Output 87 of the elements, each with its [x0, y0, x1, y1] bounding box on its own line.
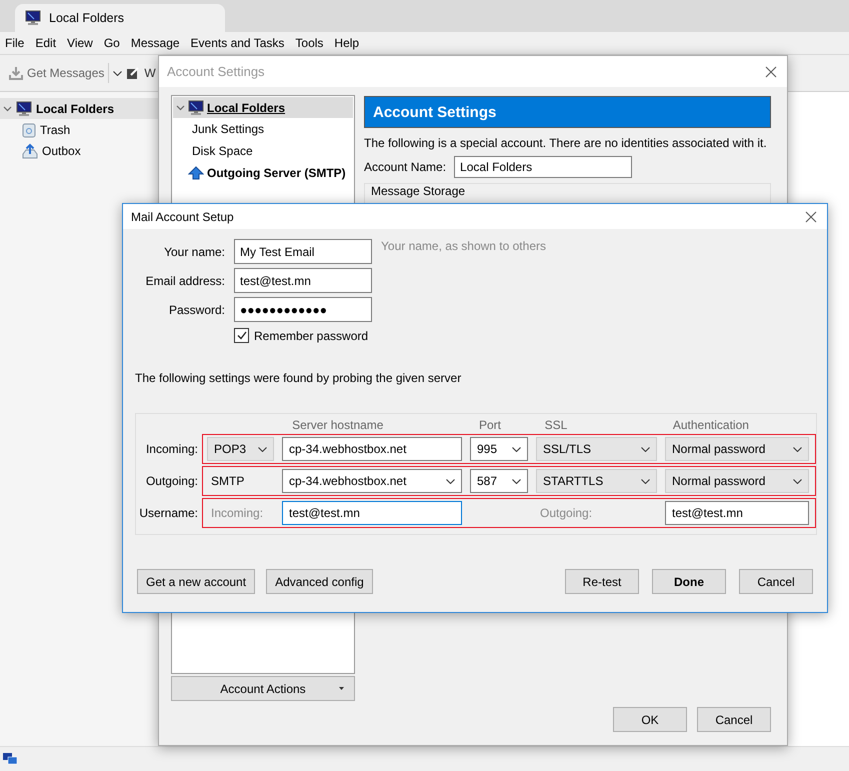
- row-label: Username:: [138, 506, 198, 520]
- column-header: SSL: [544, 418, 568, 432]
- protocol-dropdown[interactable]: POP3: [207, 437, 274, 461]
- dialog-button[interactable]: Cancel: [697, 707, 771, 732]
- account-description: The following is a special account. There are no identities associated with it.: [364, 136, 768, 150]
- caret-icon: [793, 478, 802, 484]
- port-combobox[interactable]: 587: [470, 469, 528, 493]
- menu-item[interactable]: Go: [104, 36, 120, 50]
- dialog-title: Account Settings: [167, 64, 265, 79]
- column-header: Server hostname: [292, 418, 384, 432]
- download-icon: [9, 66, 23, 80]
- account-tree-item[interactable]: Junk Settings: [173, 118, 353, 140]
- caret-icon: [641, 478, 650, 484]
- caret-icon: [446, 478, 455, 484]
- close-icon[interactable]: [805, 210, 817, 222]
- checkbox-label: Remember password: [254, 328, 368, 342]
- chevron-down-icon[interactable]: [176, 103, 185, 112]
- settings-header: Account Settings: [364, 96, 771, 128]
- folder-item[interactable]: Trash: [0, 119, 158, 140]
- account-tree-item[interactable]: Disk Space: [173, 140, 353, 162]
- folder-item[interactable]: Outbox: [0, 140, 158, 161]
- account-tree-item[interactable]: Local Folders: [173, 97, 353, 118]
- hostname-field[interactable]: cp-34.webhostbox.net: [282, 437, 462, 461]
- folder-item[interactable]: Local Folders: [0, 98, 158, 119]
- dropdown-caret-icon: [113, 70, 122, 76]
- dialog-button[interactable]: Re-test: [565, 569, 639, 594]
- dialog-button[interactable]: Cancel: [739, 569, 813, 594]
- menu-item[interactable]: Edit: [35, 36, 56, 50]
- port-combobox[interactable]: 995: [470, 437, 528, 461]
- account-name-field[interactable]: Local Folders: [454, 156, 632, 178]
- row-label: Outgoing:: [144, 474, 198, 488]
- field-label: Your name:: [163, 244, 225, 258]
- caret-icon: [258, 446, 267, 452]
- dialog-button[interactable]: OK: [613, 707, 687, 732]
- field-hint: Your name, as shown to others: [381, 239, 547, 253]
- ssl-dropdown[interactable]: SSL/TLS: [536, 437, 657, 461]
- dialog-button[interactable]: Advanced config: [266, 569, 373, 594]
- account-tree-item[interactable]: Outgoing Server (SMTP): [173, 162, 353, 183]
- write-button[interactable]: W: [126, 66, 156, 80]
- pencil-icon: [126, 66, 140, 80]
- app-tab[interactable]: Local Folders: [15, 4, 225, 32]
- menu-item[interactable]: Tools: [295, 36, 324, 50]
- text-field[interactable]: ●●●●●●●●●●●●: [234, 297, 372, 322]
- dropdown-arrow-icon: [339, 687, 344, 690]
- outbox-icon: [22, 142, 38, 158]
- authentication-dropdown[interactable]: Normal password: [665, 469, 809, 493]
- field-label: Email address:: [144, 274, 225, 288]
- menu-item[interactable]: Help: [334, 36, 360, 50]
- dialog-title: Mail Account Setup: [131, 210, 234, 224]
- username-label: Incoming:: [211, 506, 264, 520]
- remember-checkbox[interactable]: [234, 328, 249, 343]
- menu-item[interactable]: Events and Tasks: [190, 36, 284, 50]
- column-header: Authentication: [672, 418, 750, 432]
- text-field[interactable]: My Test Email: [234, 239, 372, 264]
- probe-note: The following settings were found by probing the given server: [135, 371, 462, 385]
- menu-item[interactable]: Message: [130, 36, 180, 50]
- column-header: Port: [478, 418, 502, 432]
- menu-item[interactable]: File: [5, 36, 24, 50]
- outgoing-username-field[interactable]: test@test.mn: [665, 501, 809, 525]
- dialog-button[interactable]: Get a new account: [137, 569, 256, 594]
- field-label: Password:: [168, 302, 225, 316]
- trash-icon: [22, 122, 36, 138]
- checkmark-icon: [236, 331, 246, 340]
- get-messages-button[interactable]: Get Messages: [9, 66, 104, 80]
- caret-icon: [793, 446, 802, 452]
- account-name-label: Account Name:: [364, 160, 446, 174]
- hostname-combobox[interactable]: cp-34.webhostbox.net: [282, 469, 462, 493]
- monitor-icon: [188, 100, 204, 116]
- row-label: Incoming:: [144, 442, 198, 456]
- account-actions-button[interactable]: Account Actions: [171, 676, 355, 701]
- upload-icon: [188, 166, 204, 180]
- close-icon[interactable]: [765, 66, 777, 78]
- username-label: Outgoing:: [540, 506, 592, 520]
- incoming-username-field[interactable]: test@test.mn: [282, 501, 462, 525]
- chevron-down-icon[interactable]: [3, 104, 12, 113]
- caret-icon: [512, 446, 521, 452]
- authentication-dropdown[interactable]: Normal password: [665, 437, 809, 461]
- protocol-text: SMTP: [211, 474, 244, 488]
- computers-icon[interactable]: [2, 752, 18, 766]
- menu-item[interactable]: View: [67, 36, 93, 50]
- caret-icon: [512, 478, 521, 484]
- monitor-icon: [16, 100, 32, 116]
- monitor-icon: [25, 10, 41, 26]
- text-field[interactable]: test@test.mn: [234, 268, 372, 293]
- caret-icon: [641, 446, 650, 452]
- ssl-dropdown[interactable]: STARTTLS: [536, 469, 657, 493]
- dialog-button[interactable]: Done: [652, 569, 726, 594]
